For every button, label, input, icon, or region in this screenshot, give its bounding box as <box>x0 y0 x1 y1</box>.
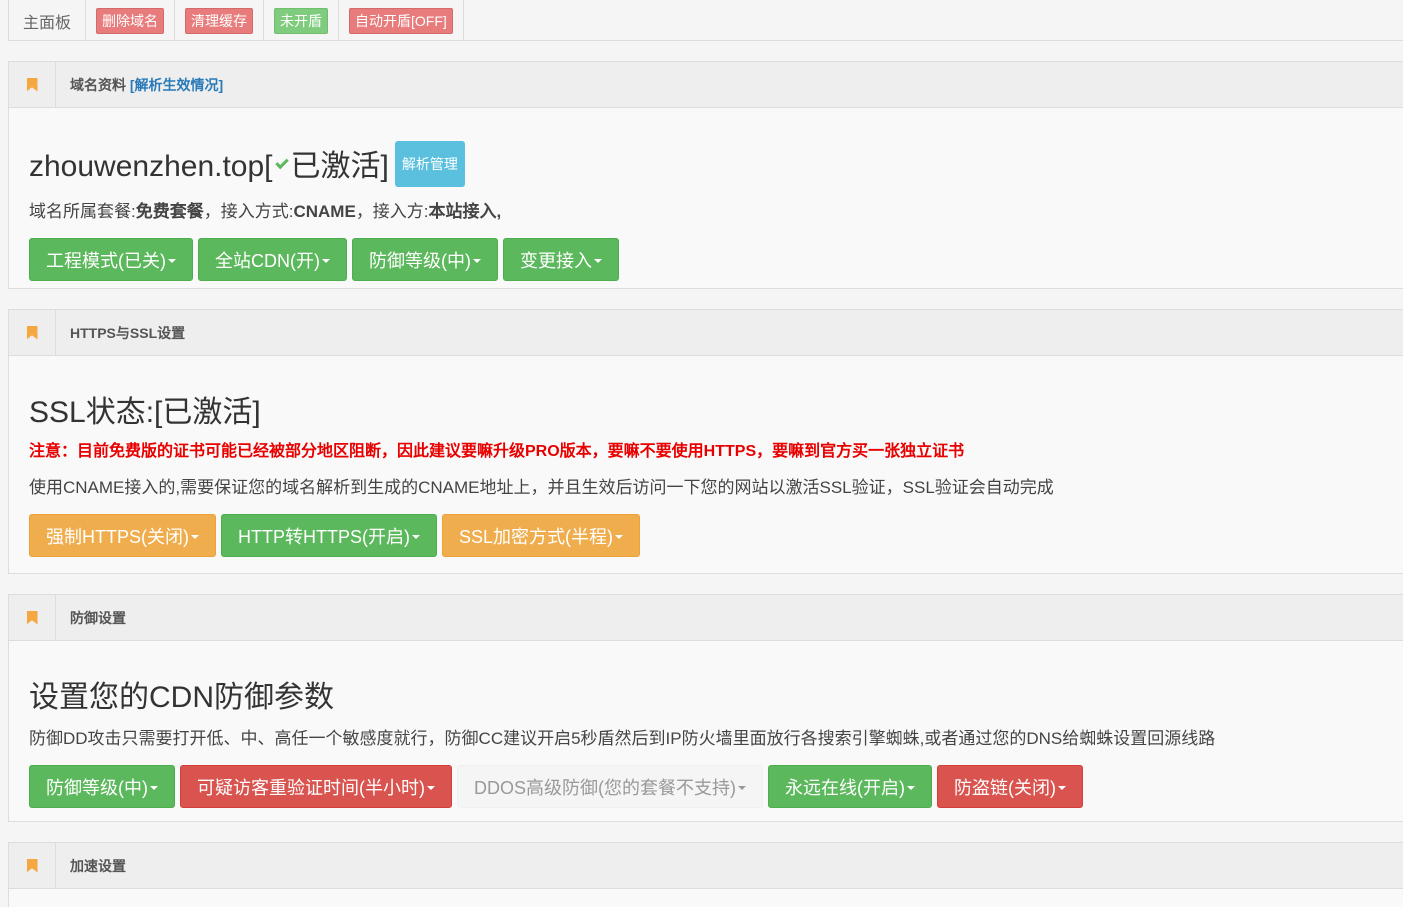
bookmark-icon <box>26 325 38 340</box>
desc-part: 域名所属套餐: <box>29 202 136 221</box>
domain-name: zhouwenzhen.top[ <box>29 149 273 183</box>
desc-part: ，接入方式: <box>203 202 294 221</box>
panel-header: 加速设置 <box>9 842 1403 889</box>
panel-title: HTTPS与SSL设置 <box>70 324 186 341</box>
button-label: SSL加密方式(半程) <box>458 526 613 547</box>
top-toolbar: 主面板 删除域名 清理缓存 未开盾 自动开盾[OFF] <box>8 0 1403 41</box>
panel-body: zhouwenzhen.top[已激活] 解析管理 域名所属套餐:免费套餐，接入方… <box>9 141 1403 281</box>
shield-tab: 未开盾 <box>264 0 340 41</box>
domain-desc: 域名所属套餐:免费套餐，接入方式:CNAME，接入方:本站接入, <box>29 201 1403 223</box>
clear-cache-tab: 清理缓存 <box>175 0 265 41</box>
panel-title: 防御设置 <box>70 609 126 626</box>
check-icon <box>274 155 289 170</box>
ssl-warning: 注意：目前免费版的证书可能已经被部分地区阻断，因此建议要嘛升级PRO版本，要嘛不… <box>29 443 965 460</box>
domain-panel-title: 域名资料 <box>70 76 126 93</box>
button-label: 防盗链(关闭) <box>954 777 1056 798</box>
panel-header: 防御设置 <box>9 594 1403 641</box>
caret-down-icon <box>1058 785 1066 790</box>
always-online-button[interactable]: 永远在线(开启) <box>768 765 932 808</box>
defense-level-button[interactable]: 防御等级(中) <box>29 765 175 808</box>
tab-dashboard-label: 主面板 <box>23 14 72 32</box>
bookmark-icon <box>26 77 38 92</box>
panel-body: 设置您的CDN防御参数 防御DD攻击只需要打开低、中、高任一个敏感度就行，防御C… <box>9 678 1403 808</box>
shield-status-button[interactable]: 未开盾 <box>274 7 329 34</box>
panel-title: 域名资料 [解析生效情况] <box>56 75 223 95</box>
bookmark-icon-wrap <box>9 61 56 108</box>
button-label: 永远在线(开启) <box>785 777 905 798</box>
button-label: DDOS高级防御(您的套餐不支持) <box>474 777 736 798</box>
button-label: 变更接入 <box>520 250 592 271</box>
domain-title: zhouwenzhen.top[ 已激活] 解析管理 <box>29 141 1403 191</box>
button-label: 工程模式(已关) <box>46 250 166 271</box>
desc-part: ，接入方: <box>355 202 429 221</box>
revalidate-time-button[interactable]: 可疑访客重验证时间(半小时) <box>180 765 452 808</box>
auto-shield-button[interactable]: 自动开盾[OFF] <box>349 7 453 34</box>
defense-level-button[interactable]: 防御等级(中) <box>352 238 498 281</box>
caret-down-icon <box>411 534 420 539</box>
engineering-mode-button[interactable]: 工程模式(已关) <box>29 238 193 281</box>
panel-header: HTTPS与SSL设置 <box>9 309 1403 356</box>
button-label: 防御等级(中) <box>369 250 471 271</box>
caret-down-icon <box>594 258 602 263</box>
panel-body: SSL状态:[已激活] 注意：目前免费版的证书可能已经被部分地区阻断，因此建议要… <box>9 393 1403 557</box>
defense-desc: 防御DD攻击只需要打开低、中、高任一个敏感度就行，防御CC建议开启5秒盾然后到I… <box>29 729 1216 748</box>
ssl-button-row: 强制HTTPS(关闭) HTTP转HTTPS(开启) SSL加密方式(半程) <box>29 514 1403 557</box>
caret-down-icon <box>615 534 623 539</box>
caret-down-icon <box>427 785 435 790</box>
bookmark-icon-wrap <box>9 309 56 356</box>
defense-button-row: 防御等级(中) 可疑访客重验证时间(半小时) DDOS高级防御(您的套餐不支持)… <box>29 765 1403 808</box>
caret-down-icon <box>150 785 158 790</box>
ssl-status: SSL状态:[已激活] <box>29 396 261 429</box>
domain-button-row: 工程模式(已关) 全站CDN(开) 防御等级(中) 变更接入 <box>29 238 1403 281</box>
delete-domain-tab: 删除域名 <box>86 0 176 41</box>
caret-down-icon <box>191 534 199 539</box>
http-to-https-button[interactable]: HTTP转HTTPS(开启) <box>221 514 437 557</box>
caret-down-icon <box>322 258 330 263</box>
desc-plan: 免费套餐 <box>135 202 204 221</box>
panel-title: 加速设置 <box>70 857 126 874</box>
auto-shield-tab: 自动开盾[OFF] <box>339 0 464 41</box>
ssl-encryption-button[interactable]: SSL加密方式(半程) <box>441 514 640 557</box>
delete-domain-button[interactable]: 删除域名 <box>96 7 165 34</box>
defense-heading: 设置您的CDN防御参数 <box>29 681 334 714</box>
caret-down-icon <box>473 258 481 263</box>
dns-manage-button[interactable]: 解析管理 <box>394 141 465 187</box>
ddos-advanced-button[interactable]: DDOS高级防御(您的套餐不支持) <box>457 765 763 808</box>
defense-settings-panel: 防御设置 设置您的CDN防御参数 防御DD攻击只需要打开低、中、高任一个敏感度就… <box>8 594 1403 822</box>
button-label: 防御等级(中) <box>46 777 148 798</box>
bookmark-icon-wrap <box>9 594 56 641</box>
change-access-button[interactable]: 变更接入 <box>503 238 619 281</box>
button-label: 强制HTTPS(关闭) <box>46 526 189 547</box>
site-cdn-button[interactable]: 全站CDN(开) <box>198 238 347 281</box>
ssl-settings-panel: HTTPS与SSL设置 SSL状态:[已激活] 注意：目前免费版的证书可能已经被… <box>8 309 1403 574</box>
bookmark-icon-wrap <box>9 842 56 889</box>
hotlink-protection-button[interactable]: 防盗链(关闭) <box>937 765 1083 808</box>
force-https-button[interactable]: 强制HTTPS(关闭) <box>29 514 216 557</box>
desc-method: CNAME <box>293 202 356 221</box>
caret-down-icon <box>168 258 176 263</box>
bookmark-icon <box>26 858 38 873</box>
caret-down-icon <box>738 785 746 790</box>
button-label: 全站CDN(开) <box>215 250 320 271</box>
desc-provider: 本站接入, <box>428 202 502 221</box>
domain-status: 已激活] <box>290 149 389 183</box>
ssl-desc: 使用CNAME接入的,需要保证您的域名解析到生成的CNAME地址上，并且生效后访… <box>29 478 1054 497</box>
domain-info-panel: 域名资料 [解析生效情况] zhouwenzhen.top[ 已激活] 解析管理 域… <box>8 61 1403 289</box>
panel-header: 域名资料 [解析生效情况] <box>9 61 1403 108</box>
caret-down-icon <box>907 785 915 790</box>
button-label: 可疑访客重验证时间(半小时) <box>197 777 425 798</box>
speed-settings-panel: 加速设置 <box>8 842 1403 907</box>
dns-status-link[interactable]: [解析生效情况] <box>130 77 223 93</box>
button-label: HTTP转HTTPS(开启) <box>238 526 410 547</box>
bookmark-icon <box>26 610 38 625</box>
tab-dashboard[interactable]: 主面板 <box>9 0 87 41</box>
clear-cache-button[interactable]: 清理缓存 <box>185 7 254 34</box>
